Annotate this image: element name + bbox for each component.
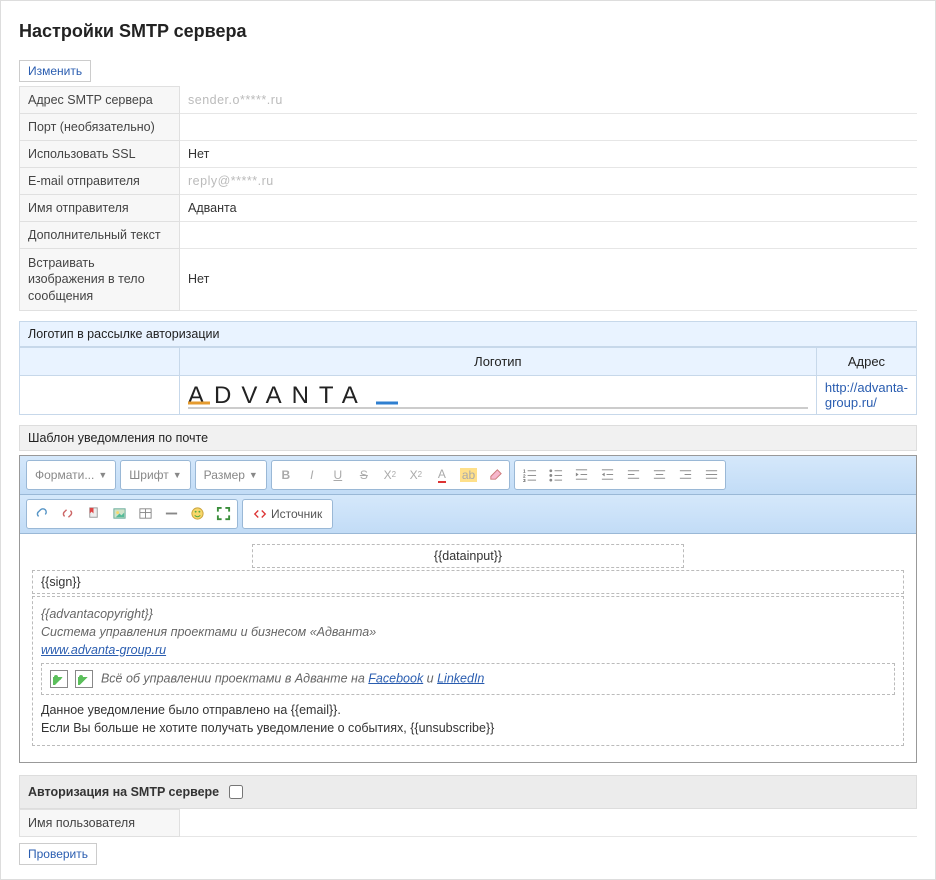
editor-system-line: Система управления проектами и бизнесом …: [41, 625, 895, 639]
editor-social-block: Всё об управлении проектами в Адванте на…: [41, 663, 895, 695]
prop-embed-value: Нет: [180, 249, 918, 311]
editor-content-area[interactable]: {{datainput}} {{sign}} {{advantacopyrigh…: [20, 534, 916, 762]
prop-ssl-value: Нет: [180, 141, 918, 168]
emoji-button[interactable]: [185, 502, 209, 526]
logo-image-cell: ADVANTA: [179, 375, 816, 414]
editor-unsub-line: Если Вы больше не хотите получать уведом…: [41, 721, 895, 735]
linkedin-image-placeholder: [75, 670, 93, 688]
section-auth-label: Авторизация на SMTP сервере: [28, 785, 219, 799]
prop-ssl-label: Использовать SSL: [20, 141, 180, 168]
logo-table-col-address: Адрес: [816, 347, 916, 375]
align-justify-button[interactable]: [699, 463, 723, 487]
editor-datainput-box: {{datainput}}: [252, 544, 684, 568]
username-value: [180, 809, 918, 836]
bg-color-button[interactable]: ab: [456, 463, 481, 487]
link-button[interactable]: [29, 502, 53, 526]
logo-address-link[interactable]: http://advanta-group.ru/: [825, 380, 908, 410]
toolbar-format-select[interactable]: Формати...▼: [29, 463, 113, 487]
toolbar-size-select[interactable]: Размер▼: [198, 463, 264, 487]
section-logo-header: Логотип в рассылке авторизации: [19, 321, 917, 347]
toolbar-font-select[interactable]: Шрифт▼: [123, 463, 187, 487]
verify-button[interactable]: Проверить: [19, 843, 97, 865]
table-button[interactable]: [133, 502, 157, 526]
align-left-button[interactable]: [621, 463, 645, 487]
prop-smtp-address-value: sender.o*****.ru: [180, 87, 918, 114]
source-button[interactable]: Источник: [245, 502, 330, 526]
prop-sender-email-value: reply@*****.ru: [180, 168, 918, 195]
section-template-header: Шаблон уведомления по почте: [19, 425, 917, 451]
maximize-button[interactable]: [211, 502, 235, 526]
prop-port-value: [180, 114, 918, 141]
logo-table-cell-empty: [20, 375, 180, 414]
image-button[interactable]: [107, 502, 131, 526]
prop-extra-text-value: [180, 222, 918, 249]
logo-table: Логотип Адрес ADVANTA http://advanta-gro…: [19, 347, 917, 415]
editor-toolbar-row2: Источник: [20, 495, 916, 534]
prop-port-label: Порт (необязательно): [20, 114, 180, 141]
editor-site-link[interactable]: www.advanta-group.ru: [41, 643, 166, 657]
underline-button[interactable]: U: [326, 463, 350, 487]
italic-button[interactable]: I: [300, 463, 324, 487]
hr-button[interactable]: [159, 502, 183, 526]
text-color-button[interactable]: A: [430, 463, 454, 487]
superscript-button[interactable]: X2: [404, 463, 428, 487]
unlink-button[interactable]: [55, 502, 79, 526]
align-center-button[interactable]: [647, 463, 671, 487]
username-label: Имя пользователя: [20, 809, 180, 836]
indent-button[interactable]: [595, 463, 619, 487]
editor-copyright: {{advantacopyright}}: [41, 607, 895, 621]
anchor-button[interactable]: [81, 502, 105, 526]
subscript-button[interactable]: X2: [378, 463, 402, 487]
facebook-link[interactable]: Facebook: [368, 671, 423, 685]
editor-sign-box: {{sign}}: [32, 570, 904, 594]
auth-enable-checkbox[interactable]: [229, 785, 243, 799]
prop-embed-label: Встраивать изображения в тело сообщения: [20, 249, 180, 311]
prop-sender-name-label: Имя отправителя: [20, 195, 180, 222]
list-bullet-button[interactable]: [543, 463, 567, 487]
prop-sender-name-value: Адванта: [180, 195, 918, 222]
svg-text:3: 3: [523, 478, 526, 482]
svg-text:ADVANTA: ADVANTA: [188, 382, 368, 409]
edit-button[interactable]: Изменить: [19, 60, 91, 82]
prop-smtp-address-label: Адрес SMTP сервера: [20, 87, 180, 114]
linkedin-link[interactable]: LinkedIn: [437, 671, 484, 685]
logo-table-col-logo: Логотип: [179, 347, 816, 375]
prop-extra-text-label: Дополнительный текст: [20, 222, 180, 249]
eraser-button[interactable]: [483, 463, 507, 487]
outdent-button[interactable]: [569, 463, 593, 487]
advanta-logo-svg: ADVANTA: [188, 381, 808, 409]
bold-button[interactable]: B: [274, 463, 298, 487]
logo-table-col-empty: [20, 347, 180, 375]
page-title: Настройки SMTP сервера: [19, 21, 917, 42]
editor-toolbar-row1: Формати...▼ Шрифт▼ Размер▼ B I U S X2 X2…: [20, 456, 916, 495]
facebook-image-placeholder: [50, 670, 68, 688]
align-right-button[interactable]: [673, 463, 697, 487]
editor-social-and: и: [423, 671, 437, 685]
list-ordered-button[interactable]: 123: [517, 463, 541, 487]
editor-social-pretext: Всё об управлении проектами в Адванте на: [101, 671, 368, 685]
section-auth-header: Авторизация на SMTP сервере: [19, 775, 917, 809]
strike-button[interactable]: S: [352, 463, 376, 487]
rich-text-editor: Формати...▼ Шрифт▼ Размер▼ B I U S X2 X2…: [19, 455, 917, 763]
editor-sent-line: Данное уведомление было отправлено на {{…: [41, 703, 895, 717]
logo-address-cell: http://advanta-group.ru/: [816, 375, 916, 414]
smtp-properties-table: Адрес SMTP сервера sender.o*****.ru Порт…: [19, 86, 917, 311]
prop-sender-email-label: E-mail отправителя: [20, 168, 180, 195]
